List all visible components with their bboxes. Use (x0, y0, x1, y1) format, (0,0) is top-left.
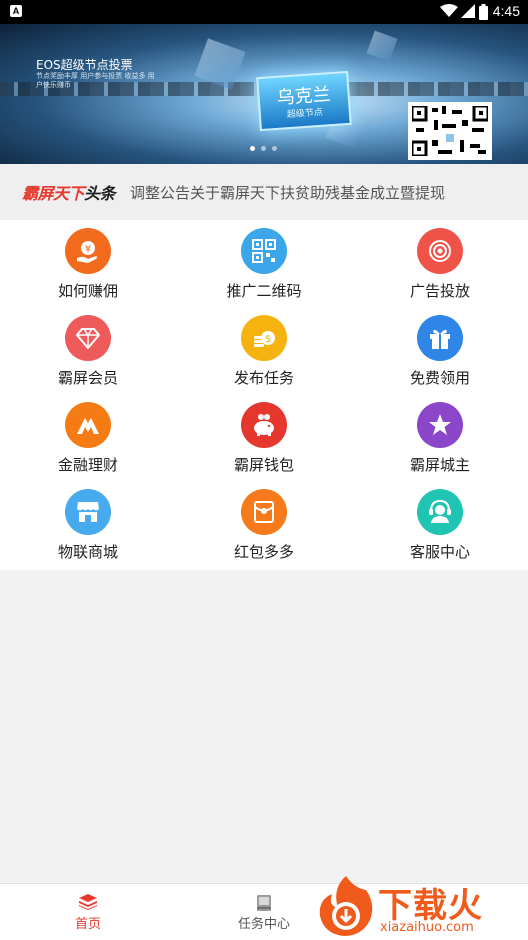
banner-carousel[interactable]: EOS超级节点投票 节点奖励丰厚 用户参与投票 收益多 用户快乐赚币 乌克兰 超… (0, 24, 528, 164)
diamond-icon (76, 328, 100, 349)
menu-item-city-lord[interactable]: 霸屏城主 (352, 394, 528, 481)
qr-code-image (408, 102, 492, 160)
menu-item-label: 如何赚佣 (57, 282, 118, 300)
banner-cube-decoration (366, 30, 398, 62)
banner-heading: EOS超级节点投票 (36, 58, 133, 72)
menu-item-label: 红包多多 (233, 543, 294, 561)
carousel-dot[interactable] (272, 146, 277, 151)
svg-text:¥: ¥ (85, 244, 91, 255)
carousel-dot[interactable] (250, 146, 255, 151)
menu-item-free-claim[interactable]: 免费领用 (352, 307, 528, 394)
piggy-bank-icon (254, 414, 274, 436)
carousel-dots (250, 146, 277, 151)
menu-item-label: 霸屏城主 (409, 456, 470, 474)
news-brand-logo: 霸屏天下头条 (22, 180, 116, 204)
menu-item-red-envelope[interactable]: 红包多多 (176, 481, 352, 568)
menu-icon-bg: $ (241, 315, 287, 361)
menu-icon-bg (241, 228, 287, 274)
menu-item-iot-mall[interactable]: 物联商城 (0, 481, 176, 568)
news-headline-text[interactable]: 调整公告关于霸屏天下扶贫助残基金成立暨提现 (130, 182, 445, 203)
yen-hand-icon: ¥ (77, 241, 97, 263)
feature-grid: ¥ 如何赚佣 推广二维码 广告投放 霸屏会员 $ 发布任务 免费领用 金融理财 … (0, 220, 528, 570)
menu-item-publish-task[interactable]: $ 发布任务 (176, 307, 352, 394)
wifi-icon (440, 4, 458, 17)
brand-red-text: 霸屏天下 (22, 184, 85, 203)
menu-icon-bg: ¥ (65, 228, 111, 274)
menu-icon-bg (65, 402, 111, 448)
menu-icon-bg (417, 315, 463, 361)
menu-item-finance[interactable]: 金融理财 (0, 394, 176, 481)
gift-icon (430, 329, 450, 349)
status-bar: A 4:45 (0, 0, 528, 24)
menu-item-label: 免费领用 (409, 369, 470, 387)
battery-icon (479, 4, 488, 20)
coin-stack-icon: $ (254, 331, 275, 347)
menu-item-membership[interactable]: 霸屏会员 (0, 307, 176, 394)
target-icon (429, 240, 451, 262)
menu-icon-bg (417, 489, 463, 535)
tab-home-label: 首页 (74, 917, 101, 932)
red-envelope-icon (254, 501, 274, 523)
menu-item-customer-service[interactable]: 客服中心 (352, 481, 528, 568)
menu-icon-bg (241, 402, 287, 448)
watermark: 下载火 xiazaihuo.com (312, 872, 528, 940)
menu-icon-bg (417, 402, 463, 448)
watermark-url: xiazaihuo.com (380, 920, 474, 935)
menu-item-label: 霸屏钱包 (233, 456, 294, 474)
headset-icon (429, 500, 451, 523)
book-icon (257, 895, 271, 911)
flame-logo-icon (319, 876, 373, 936)
menu-icon-bg (417, 228, 463, 274)
menu-item-label: 推广二维码 (226, 282, 302, 300)
carousel-dot[interactable] (261, 146, 266, 151)
menu-item-promo-qr[interactable]: 推广二维码 (176, 220, 352, 307)
star-icon (429, 414, 451, 435)
app-notification-icon: A (10, 5, 22, 17)
menu-item-label: 霸屏会员 (57, 369, 118, 387)
signal-icon (461, 4, 475, 18)
brand-dark-text: 头条 (84, 184, 116, 203)
menu-item-label: 客服中心 (409, 543, 470, 561)
banner-badge: 乌克兰 超级节点 (256, 70, 352, 132)
menu-item-ad-placement[interactable]: 广告投放 (352, 220, 528, 307)
menu-icon-bg (65, 489, 111, 535)
menu-icon-bg (241, 489, 287, 535)
banner-subtext: 节点奖励丰厚 用户参与投票 收益多 用户快乐赚币 (36, 72, 155, 89)
tab-home[interactable]: 首页 (0, 884, 176, 940)
news-ticker[interactable]: 霸屏天下头条 调整公告关于霸屏天下扶贫助残基金成立暨提现 (0, 164, 528, 220)
menu-item-how-to-earn[interactable]: ¥ 如何赚佣 (0, 220, 176, 307)
menu-item-label: 物联商城 (57, 543, 118, 561)
menu-icon-bg (65, 315, 111, 361)
menu-item-wallet[interactable]: 霸屏钱包 (176, 394, 352, 481)
menu-item-label: 发布任务 (233, 369, 294, 387)
menu-item-label: 金融理财 (57, 456, 118, 474)
mountain-icon (77, 418, 99, 434)
stack-icon (79, 894, 97, 910)
qr-code-icon (252, 239, 276, 263)
menu-item-label: 广告投放 (409, 282, 470, 300)
store-icon (77, 502, 99, 522)
svg-text:$: $ (265, 334, 271, 345)
clock-time: 4:45 (492, 3, 520, 19)
